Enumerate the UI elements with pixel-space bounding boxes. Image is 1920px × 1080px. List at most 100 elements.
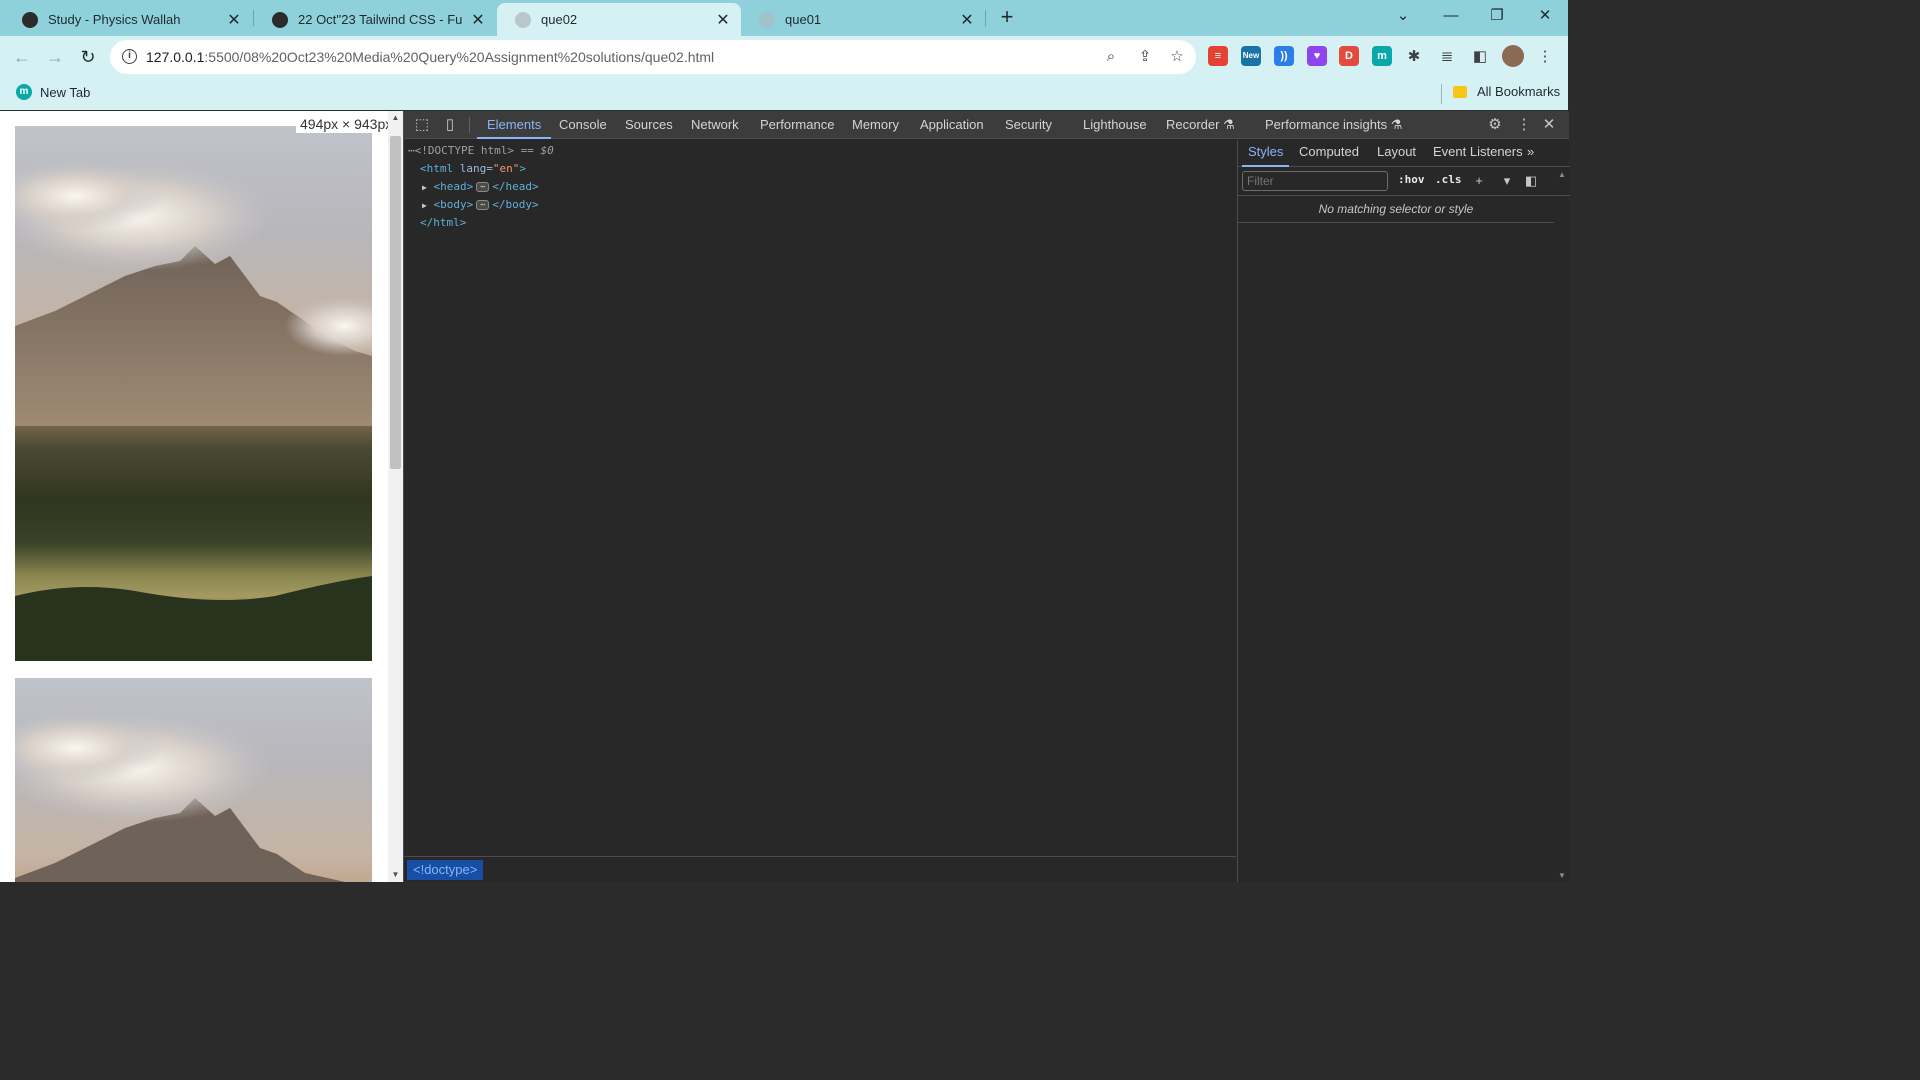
mountain-silhouette-icon — [15, 161, 372, 661]
tab-network[interactable]: Network — [691, 111, 739, 139]
tab-title: 22 Oct''23 Tailwind CSS - Full Sta — [298, 12, 462, 27]
hover-state-toggle[interactable]: :hov — [1398, 173, 1425, 186]
m-extension-icon[interactable]: m — [1372, 46, 1392, 66]
styles-pane: Styles Computed Layout Event Listeners »… — [1237, 140, 1570, 882]
url-host: 127.0.0.1 — [146, 49, 205, 65]
tab-tailwind-css[interactable]: 22 Oct''23 Tailwind CSS - Full Sta ✕ — [254, 3, 496, 36]
address-bar[interactable]: i 127.0.0.1:5500/08%20Oct23%20Media%20Qu… — [110, 40, 1196, 74]
html-tag: <html — [420, 162, 454, 175]
close-icon[interactable]: ✕ — [470, 10, 486, 30]
tab-memory[interactable]: Memory — [852, 111, 899, 139]
dom-head-line[interactable]: ▶ <head> ⋯ </head> — [422, 178, 539, 197]
tab-event-listeners[interactable]: Event Listeners — [1433, 140, 1523, 167]
close-icon[interactable]: ✕ — [226, 10, 242, 30]
scroll-up-icon[interactable]: ▲ — [388, 111, 403, 125]
dom-html-line[interactable]: <html lang="en"> — [420, 160, 526, 178]
tab-search-chevron-icon[interactable]: ⌄ — [1380, 0, 1426, 32]
tab-title: que02 — [541, 12, 578, 27]
dictionary-extension-icon[interactable]: D — [1339, 46, 1359, 66]
more-options-icon[interactable]: ⋮ — [1513, 114, 1535, 136]
settings-gear-icon[interactable]: ⚙ — [1484, 114, 1506, 136]
tab-performance-insights[interactable]: Performance insights ⚗ — [1265, 111, 1402, 139]
scrollbar-thumb[interactable] — [390, 136, 401, 469]
more-menu-icon[interactable]: ⋮ — [1536, 48, 1554, 66]
tab-que01[interactable]: que01 ✕ — [741, 3, 985, 36]
tab-que02[interactable]: que02 ✕ — [497, 3, 741, 36]
bookmark-label: New Tab — [40, 84, 91, 100]
bookmarks-divider — [1441, 84, 1442, 104]
collapsed-content-icon[interactable]: ⋯ — [476, 200, 490, 210]
all-bookmarks-button[interactable]: All Bookmarks — [1453, 84, 1560, 99]
window-close-icon[interactable]: ✕ — [1522, 0, 1568, 32]
media-control-icon[interactable]: ≣ — [1438, 48, 1456, 66]
expand-triangle-icon[interactable]: ▶ — [422, 183, 427, 192]
new-tab-plus-icon[interactable]: + — [994, 5, 1020, 31]
mountain-landscape-image — [15, 126, 372, 661]
add-rule-plus-icon[interactable]: + — [1470, 172, 1488, 190]
voice-extension-icon[interactable]: )) — [1274, 46, 1294, 66]
scroll-down-icon[interactable]: ▼ — [388, 868, 403, 882]
todoist-extension-icon[interactable]: ≡ — [1208, 46, 1228, 66]
tab-layout[interactable]: Layout — [1377, 140, 1416, 167]
share-icon[interactable]: ⇪ — [1136, 48, 1154, 66]
devtools-toolbar: ⬚ ▯ Elements Console Sources Network Per… — [404, 111, 1569, 139]
tab-sources[interactable]: Sources — [625, 111, 673, 139]
scroll-up-icon[interactable]: ▲ — [1555, 170, 1569, 179]
head-close-tag: </head> — [492, 180, 539, 193]
close-icon[interactable]: ✕ — [959, 10, 975, 30]
tab-security[interactable]: Security — [1005, 111, 1052, 139]
bookmark-label: All Bookmarks — [1477, 84, 1561, 99]
scroll-down-icon[interactable]: ▼ — [1555, 871, 1569, 880]
page-scrollbar[interactable]: ▲ ▼ — [388, 111, 403, 882]
toggle-sidebar-icon[interactable]: ◧ — [1522, 172, 1540, 190]
toolbar-divider — [469, 117, 470, 133]
minimize-icon[interactable]: — — [1428, 0, 1474, 32]
folder-icon — [1453, 85, 1467, 98]
collapsed-content-icon[interactable]: ⋯ — [476, 182, 490, 192]
back-arrow-icon[interactable]: ← — [9, 44, 35, 70]
side-panel-icon[interactable]: ◧ — [1471, 48, 1489, 66]
new-extension-icon[interactable]: New — [1241, 46, 1261, 66]
zoom-icon[interactable]: ⌕ — [1102, 48, 1120, 66]
dom-doctype-line[interactable]: ⋯<!DOCTYPE html> == $0 — [408, 142, 554, 160]
paint-brush-icon[interactable]: ▾ — [1498, 172, 1516, 190]
bookmarks-bar: m New Tab All Bookmarks — [0, 78, 1568, 110]
dom-body-line[interactable]: ▶ <body> ⋯ </body> — [422, 196, 539, 215]
bookmark-star-icon[interactable]: ☆ — [1168, 48, 1186, 66]
site-info-icon[interactable]: i — [122, 49, 137, 64]
physics-wallah-favicon-icon — [272, 11, 288, 28]
bookmark-new-tab[interactable]: m New Tab — [16, 84, 90, 100]
tab-recorder[interactable]: Recorder ⚗ — [1166, 111, 1235, 139]
profile-avatar[interactable] — [1502, 45, 1524, 67]
url-text[interactable]: 127.0.0.1:5500/08%20Oct23%20Media%20Quer… — [146, 49, 714, 65]
more-tabs-chevron-icon[interactable]: » — [1527, 140, 1534, 167]
tab-application[interactable]: Application — [920, 111, 984, 139]
restore-icon[interactable]: ❐ — [1474, 0, 1520, 32]
tab-elements[interactable]: Elements — [476, 111, 552, 139]
breadcrumb-doctype[interactable]: <!doctype> — [407, 860, 484, 880]
expand-triangle-icon[interactable]: ▶ — [422, 201, 427, 210]
class-toggle[interactable]: .cls — [1435, 173, 1462, 186]
body-tag: <body> — [433, 198, 474, 211]
inspect-element-icon[interactable]: ⬚ — [411, 114, 433, 136]
tab-study-physics-wallah[interactable]: Study - Physics Wallah ✕ — [4, 3, 252, 36]
forward-arrow-icon[interactable]: → — [42, 44, 68, 70]
tab-lighthouse[interactable]: Lighthouse — [1083, 111, 1147, 139]
lang-value: "en" — [492, 162, 520, 175]
dom-tree[interactable]: ⋯<!DOCTYPE html> == $0 <html lang="en"> … — [404, 140, 1236, 855]
device-toolbar-icon[interactable]: ▯ — [439, 114, 461, 136]
reload-icon[interactable]: ↻ — [75, 44, 101, 70]
no-match-message: No matching selector or style — [1318, 202, 1474, 216]
tab-computed[interactable]: Computed — [1299, 140, 1359, 167]
extensions-puzzle-icon[interactable]: ✱ — [1405, 48, 1423, 66]
heart-extension-icon[interactable]: ♥ — [1307, 46, 1327, 66]
url-path: :5500/08%20Oct23%20Media%20Query%20Assig… — [204, 49, 715, 65]
tab-styles[interactable]: Styles — [1241, 140, 1290, 167]
styles-filter-input[interactable] — [1242, 171, 1388, 191]
dom-html-close-line[interactable]: </html> — [420, 214, 466, 232]
tab-console[interactable]: Console — [559, 111, 607, 139]
tab-performance[interactable]: Performance — [760, 111, 834, 139]
styles-scrollbar[interactable]: ▲ ▼ — [1555, 168, 1569, 882]
close-icon[interactable]: ✕ — [715, 10, 731, 30]
close-devtools-icon[interactable]: ✕ — [1538, 114, 1560, 136]
